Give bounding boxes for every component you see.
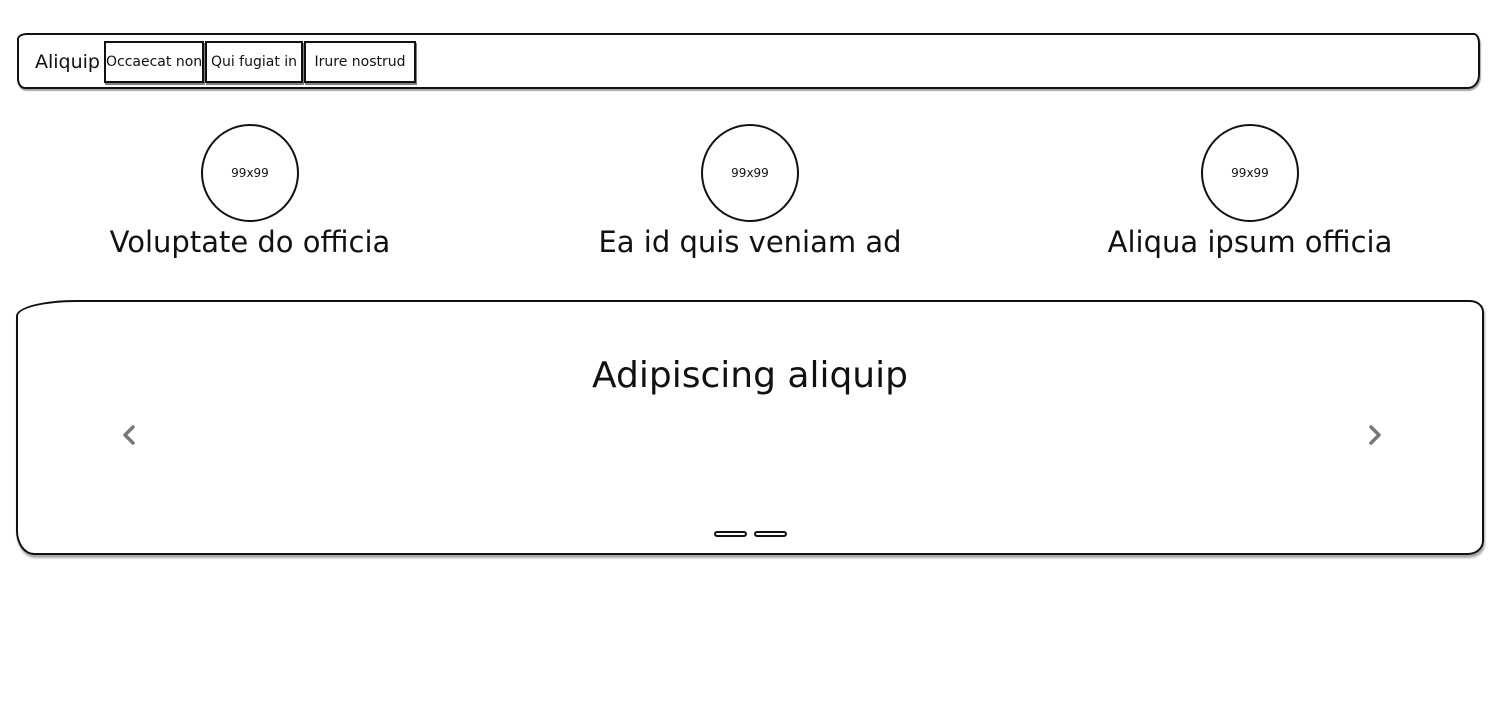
image-placeholder: 99x99 [701, 124, 799, 222]
carousel-indicator-1[interactable] [714, 531, 747, 537]
top-navbar: Aliquip Occaecat non Qui fugiat in Irure… [17, 33, 1480, 89]
image-placeholder: 99x99 [1201, 124, 1299, 222]
feature-column: 99x99 Aliqua ipsum officia [1050, 124, 1450, 274]
feature-column: 99x99 Ea id quis veniam ad [550, 124, 950, 274]
carousel-prev-button[interactable] [119, 422, 139, 448]
carousel-indicators [714, 531, 794, 539]
feature-title: Aliqua ipsum officia [1107, 225, 1393, 259]
image-placeholder: 99x99 [201, 124, 299, 222]
feature-title: Ea id quis veniam ad [598, 225, 902, 259]
chevron-left-icon [123, 425, 135, 445]
carousel-heading: Adipiscing aliquip [592, 355, 908, 396]
feature-column: 99x99 Voluptate do officia [50, 124, 450, 274]
brand-label[interactable]: Aliquip [35, 49, 100, 75]
chevron-right-icon [1369, 425, 1381, 445]
carousel-next-button[interactable] [1365, 422, 1385, 448]
carousel: Adipiscing aliquip [16, 300, 1484, 555]
nav-button-occaecat-non[interactable]: Occaecat non [104, 41, 204, 83]
feature-title: Voluptate do officia [109, 225, 391, 259]
carousel-indicator-2[interactable] [754, 531, 787, 537]
nav-button-irure-nostrud[interactable]: Irure nostrud [304, 41, 416, 83]
nav-button-qui-fugiat-in[interactable]: Qui fugiat in [205, 41, 303, 83]
